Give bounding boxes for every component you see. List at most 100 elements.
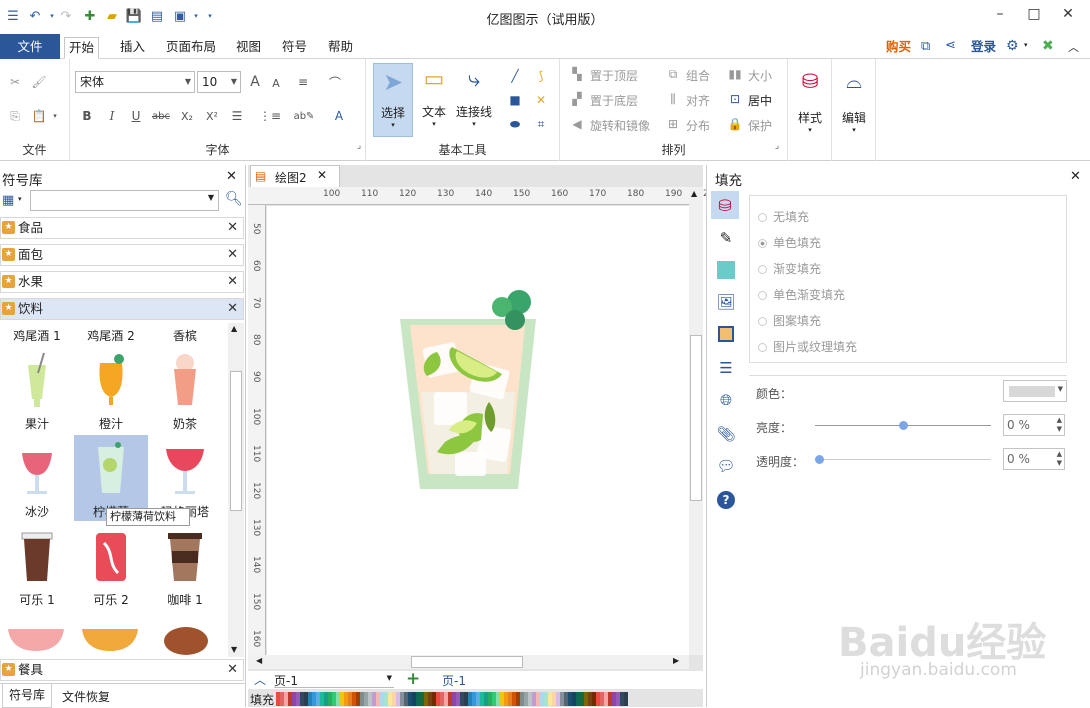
send-back-icon[interactable]: ▞ [568, 90, 586, 108]
connector-tool-button[interactable]: ⤷ 连接线 ▾ [454, 63, 494, 137]
add-page-icon[interactable]: + [406, 669, 420, 689]
brightness-slider[interactable] [815, 421, 991, 430]
category-tableware[interactable]: ★ 餐具 ✕ [0, 659, 244, 681]
copy-icon[interactable]: ⎘ [6, 107, 24, 125]
tab-view[interactable]: 视图 [232, 37, 265, 59]
search-icon[interactable]: 🔍︎ [225, 191, 243, 207]
align-button[interactable]: 对齐 [686, 92, 710, 109]
lock-icon[interactable]: 🔒 [726, 115, 744, 133]
login-link[interactable]: 登录 [967, 37, 1000, 59]
library-scrollbar[interactable]: ▲ ▼ [228, 323, 244, 657]
tab-symbol-library[interactable]: 符号库 [2, 684, 52, 708]
distribute-button[interactable]: 分布 [686, 117, 710, 134]
library-search-input[interactable]: ▼ [30, 190, 219, 211]
close-category-icon[interactable]: ✕ [227, 299, 238, 319]
shrink-font-icon[interactable]: A [267, 74, 285, 92]
settings-dropdown-icon[interactable]: ▾ [1024, 41, 1028, 49]
underline-icon[interactable]: U [127, 107, 145, 125]
transparency-knob[interactable] [815, 455, 824, 464]
tab-home[interactable]: 开始 [64, 37, 100, 59]
shadow-icon[interactable] [715, 259, 737, 281]
maximize-icon[interactable]: □ [1024, 6, 1044, 26]
close-category-icon[interactable]: ✕ [227, 272, 238, 292]
arc-tool-icon[interactable]: ⟆ [532, 67, 550, 85]
superscript-icon[interactable]: X² [203, 107, 221, 125]
canvas-horizontal-scrollbar[interactable]: ◀ ▶ [248, 655, 689, 669]
scroll-down-icon[interactable]: ▼ [231, 645, 237, 654]
attachment-icon[interactable]: 📎︎ [715, 423, 737, 445]
cut-icon[interactable]: ✂ [6, 73, 24, 91]
page-select[interactable]: 页-1 ▼ [274, 672, 394, 688]
library-grid-icon[interactable]: ▦ [2, 193, 14, 208]
symbol-coffee-1[interactable]: 咖啡 1 [148, 523, 222, 609]
close-library-icon[interactable]: ✕ [226, 169, 237, 184]
category-drinks[interactable]: ★ 饮料 ✕ [0, 298, 244, 320]
center-icon[interactable]: ⊡ [726, 90, 744, 108]
rotate-icon[interactable]: ◀ [568, 115, 586, 133]
bring-front-icon[interactable]: ▚ [568, 65, 586, 83]
library-grid-dropdown-icon[interactable]: ▾ [18, 195, 22, 203]
line-tool-icon[interactable]: ╱ [506, 67, 524, 85]
layer-icon[interactable] [715, 323, 737, 345]
align-icon[interactable]: ⫼ [664, 90, 682, 108]
hyperlink-icon[interactable]: 🌐︎ [715, 389, 737, 411]
group-icon[interactable]: ⧉ [664, 65, 682, 83]
category-bread[interactable]: ★ 面包 ✕ [0, 244, 244, 266]
close-category-icon[interactable]: ✕ [227, 660, 238, 680]
scroll-up-icon[interactable]: ▲ [231, 324, 237, 333]
distribute-icon[interactable]: ⊞ [664, 115, 682, 133]
italic-icon[interactable]: I [103, 107, 121, 125]
text-direction-icon[interactable]: ⌒ [326, 73, 344, 91]
tab-insert[interactable]: 插入 [116, 37, 149, 59]
symbol-cola-1[interactable]: 可乐 1 [0, 523, 74, 609]
size-button[interactable]: 大小 [748, 67, 772, 84]
symbol-orange-juice[interactable]: 橙汁 [74, 347, 148, 433]
page-tab-1[interactable]: 页-1 [442, 672, 466, 689]
bold-icon[interactable]: B [78, 107, 96, 125]
option-pattern-fill[interactable]: 图案填充 [758, 312, 821, 329]
center-button[interactable]: 居中 [748, 92, 772, 109]
palette-swatch[interactable] [624, 692, 628, 706]
share-box-icon[interactable]: ⧉ [921, 39, 930, 54]
symbol-milk-tea[interactable]: 奶茶 [148, 347, 222, 433]
image-icon[interactable]: 🖼︎ [715, 291, 737, 313]
align-text-icon[interactable]: ≡ [294, 73, 312, 91]
edit-button[interactable]: ⌓ 编辑 ▾ [836, 69, 872, 149]
tab-file[interactable]: 文件 [0, 34, 60, 59]
tab-file-recovery[interactable]: 文件恢复 [62, 688, 110, 705]
buy-link[interactable]: 购买 [882, 37, 915, 59]
document-tab[interactable]: ▤ 绘图2 ✕ [250, 165, 340, 187]
lemon-mint-drink-shape[interactable] [397, 282, 542, 497]
library-scroll-thumb[interactable] [230, 371, 242, 511]
line-spacing-icon[interactable]: ☰ [228, 107, 246, 125]
option-solid-fill[interactable]: 单色填充 [758, 234, 821, 251]
tab-help[interactable]: 帮助 [324, 37, 357, 59]
close-document-icon[interactable]: ✕ [317, 168, 327, 182]
tab-symbol[interactable]: 符号 [278, 37, 311, 59]
color-palette[interactable] [276, 692, 631, 706]
drawing-page[interactable] [267, 206, 689, 655]
option-no-fill[interactable]: 无填充 [758, 208, 809, 225]
font-color-icon[interactable]: A [330, 107, 348, 125]
bring-front-button[interactable]: 置于顶层 [590, 67, 638, 84]
category-food[interactable]: ★ 食品 ✕ [0, 217, 244, 239]
protect-button[interactable]: 保护 [748, 117, 772, 134]
edraw-logo-icon[interactable]: ✖ [1042, 38, 1054, 54]
font-size-select[interactable]: 10 ▼ [197, 71, 241, 93]
highlight-icon[interactable]: ab✎ [294, 107, 315, 125]
option-picture-fill[interactable]: 图片或纹理填充 [758, 338, 857, 355]
group-button[interactable]: 组合 [686, 67, 710, 84]
canvas-scroll-right-icon[interactable]: ▶ [673, 656, 679, 665]
grow-font-icon[interactable]: A [246, 73, 264, 91]
tab-page-layout[interactable]: 页面布局 [162, 37, 220, 59]
settings-gear-icon[interactable]: ⚙ [1006, 38, 1019, 54]
canvas-vscroll-thumb[interactable] [690, 335, 702, 501]
canvas-hscroll-thumb[interactable] [411, 656, 523, 668]
ellipse-tool-icon[interactable]: ⬬ [506, 115, 524, 133]
line-icon[interactable]: ✎ [715, 227, 737, 249]
option-single-gradient-fill[interactable]: 单色渐变填充 [758, 286, 845, 303]
crop-tool-icon[interactable]: ⌗ [532, 115, 550, 133]
collapse-ribbon-icon[interactable]: ︿ [1068, 39, 1079, 55]
transparency-input[interactable]: 0 % ▲ ▼ [1003, 448, 1065, 470]
cross-point-icon[interactable]: ✕ [532, 91, 550, 109]
